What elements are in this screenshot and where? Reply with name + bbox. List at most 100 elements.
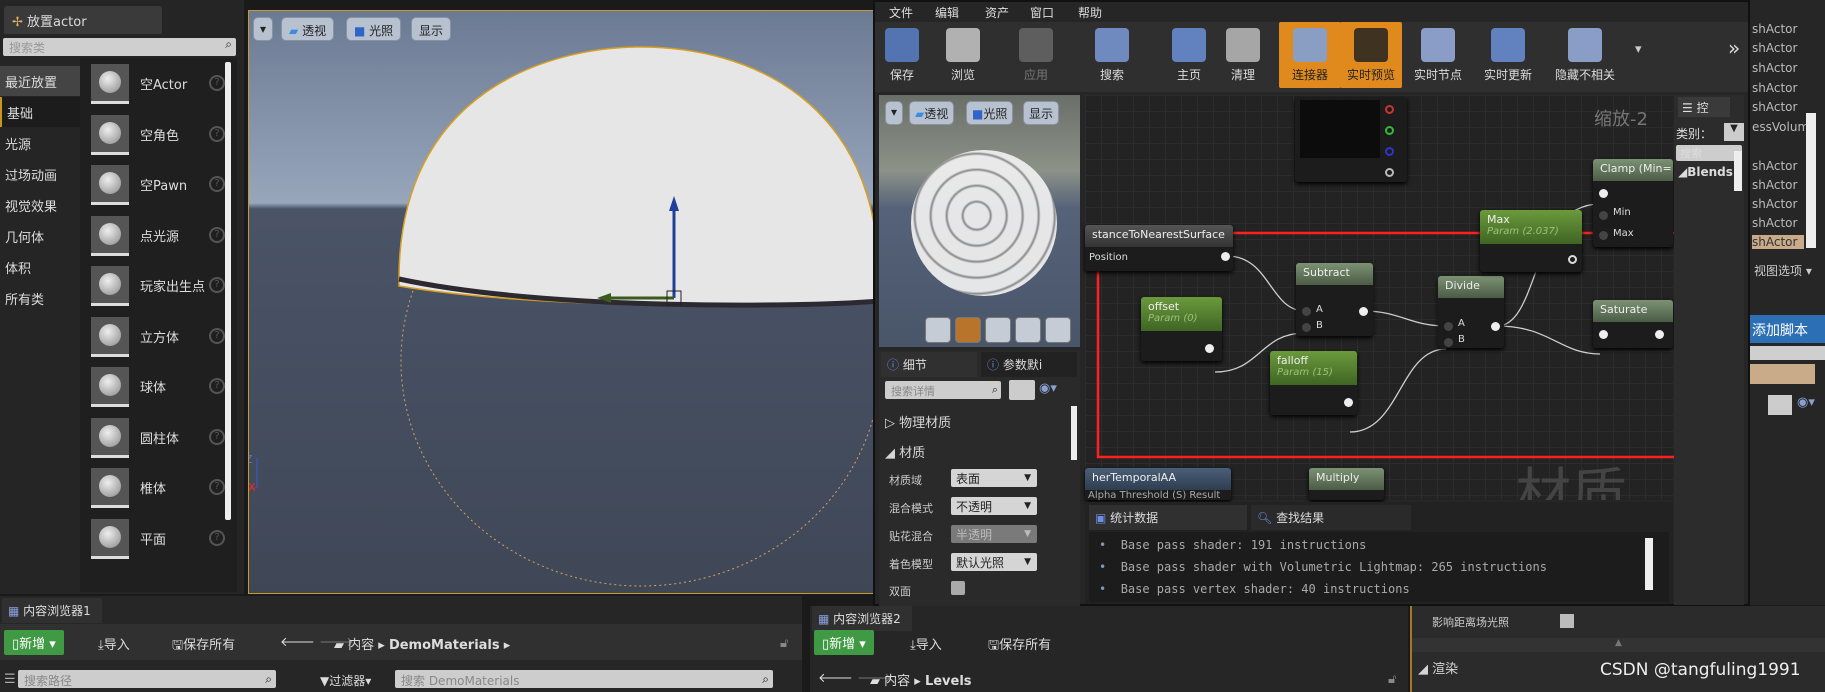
input-pin[interactable] [1599,330,1608,339]
scrollbar[interactable] [1071,406,1077,460]
breadcrumb-folder[interactable]: DemoMaterials [389,638,500,653]
preview-shape-button[interactable] [925,317,951,343]
outliner-item[interactable]: shActor [1752,235,1804,249]
output-pin[interactable] [1655,330,1664,339]
outliner-item[interactable]: shActor [1752,216,1797,230]
help-icon[interactable]: ? [209,75,225,91]
toolbar-button[interactable]: 搜索 [1081,22,1143,88]
level-viewport[interactable]: ▾ ▰ 透视 ■ 光照 显示 Z X [248,10,874,594]
material-preview-viewport[interactable]: ▾ ▰透视 ■光照 显示 [879,95,1080,347]
tab-stats[interactable]: ▣ 统计数据 [1089,505,1247,530]
actor-item[interactable]: 空角色? [88,114,233,161]
search-assets-input[interactable]: 搜索 DemoMaterials ⌕ [395,670,773,688]
scrollbar[interactable] [1734,151,1742,191]
category-item[interactable]: 基础 [0,97,80,127]
tab-content-browser-1[interactable]: ▦ 内容浏览器1 [2,598,102,623]
input-pin-b[interactable] [1302,323,1311,332]
menu-item[interactable]: 窗口 [1030,4,1054,21]
selected-component[interactable] [1750,364,1815,384]
menu-item[interactable]: 帮助 [1078,4,1102,21]
node-falloff-param[interactable]: falloff Param (15) [1270,351,1357,415]
input-pin-a[interactable] [1302,307,1311,316]
toolbar-button[interactable]: 清理 [1212,22,1274,88]
preview-shape-button[interactable] [985,317,1011,343]
actor-item[interactable]: 立方体? [88,316,233,363]
section-physical-material[interactable]: ▷ 物理材质 [885,412,951,431]
category-item[interactable]: 光源 [0,128,80,158]
preview-lighting-button[interactable]: ■光照 [966,101,1014,125]
class-search-input[interactable]: 搜索类 ⌕ [3,37,236,56]
actor-item[interactable]: 球体? [88,367,233,413]
view-options-button[interactable]: 视图选项 ▾ [1754,262,1812,279]
category-item[interactable]: 最近放置 [0,66,80,96]
output-pin[interactable] [1221,252,1230,261]
menu-item[interactable]: 编辑 [935,4,959,21]
eye-icon[interactable]: ◉▾ [1797,395,1815,410]
toolbar-button[interactable]: 应用 [1005,22,1067,88]
grid-view-button[interactable] [1009,380,1035,400]
scrollbar[interactable] [225,62,231,520]
sources-toggle-icon[interactable]: ☰ [4,672,16,687]
actor-item[interactable]: 点光源? [88,215,233,262]
input-pin-b[interactable] [1444,338,1453,347]
tab-details[interactable]: ⓘ 细节 [881,352,977,377]
help-icon[interactable]: ? [209,277,225,293]
preview-perspective-button[interactable]: ▰透视 [909,101,955,125]
node-distance-to-nearest-surface[interactable]: stanceToNearestSurface Position [1085,225,1233,271]
filters-button[interactable]: ▼过滤器▾ [320,672,371,689]
node-max-param[interactable]: Max Param (2.037) [1480,210,1582,272]
menu-item[interactable]: 资产 [985,4,1009,21]
actor-item[interactable]: 空Actor? [88,64,233,110]
save-all-button[interactable]: 🖫︎保存所有 [988,634,1051,658]
toolbar-button[interactable]: 主页 [1158,22,1220,88]
node-multiply[interactable]: Multiply [1309,468,1384,500]
output-pin[interactable] [1205,344,1214,353]
input-pin[interactable] [1599,189,1608,198]
category-item[interactable]: 几何体 [0,221,80,251]
category-item[interactable]: 过场动画 [0,159,80,189]
help-icon[interactable]: ? [209,226,225,243]
node-saturate[interactable]: Saturate [1593,300,1673,348]
preview-shape-button[interactable] [1045,317,1071,343]
outliner-item[interactable]: shActor [1752,61,1797,75]
category-item[interactable]: 体积 [0,252,80,282]
palette-search-input[interactable]: 搜索 [1676,145,1742,161]
outliner-item[interactable]: shActor [1752,100,1797,114]
add-script-button[interactable]: 添加脚本 [1750,315,1825,343]
outliner-item[interactable]: essVolum [1752,120,1809,134]
preview-shape-button[interactable] [955,317,981,343]
grid-view-button[interactable] [1768,395,1792,415]
outliner-item[interactable]: shActor [1752,159,1797,173]
outliner-item[interactable]: shActor [1752,197,1797,211]
toolbar-button[interactable]: 连接器 [1279,22,1341,88]
help-icon[interactable]: ? [209,327,225,344]
help-icon[interactable]: ? [209,529,225,546]
section-rendering[interactable]: ◢ 渲染 [1418,658,1458,677]
help-icon[interactable]: ? [209,176,225,192]
node-temporal-aa[interactable]: herTemporalAA Alpha Threshold (S) Result [1085,468,1231,500]
scrollbar[interactable] [1806,113,1816,248]
help-icon[interactable]: ? [209,428,225,445]
actor-item[interactable]: 空Pawn? [88,165,233,211]
new-button[interactable]: ▯新增 ▾ [4,630,64,655]
category-item[interactable]: 所有类 [0,283,80,313]
details-search-input[interactable]: 搜索详情 ⌕ [885,381,1001,399]
lock-icon[interactable]: 🔓︎ [1388,672,1396,687]
outliner-item[interactable]: shActor [1752,178,1797,192]
tab-find-results[interactable]: 🔍︎ 查找结果 [1251,505,1411,530]
blend-mode-select[interactable]: 不透明 [951,497,1037,515]
breadcrumb-folder[interactable]: Levels [925,674,972,689]
actor-item[interactable]: 圆柱体? [88,417,233,464]
preview-show-button[interactable]: 显示 [1023,101,1060,125]
output-pin[interactable] [1568,255,1577,264]
toolbar-button[interactable]: 隐藏不相关 [1554,22,1616,88]
search-paths-input[interactable]: 搜索路径 ⌕ [18,670,276,688]
preview-shape-button[interactable] [1015,317,1041,343]
new-button[interactable]: ▯新增 ▾ [814,630,874,655]
category-item[interactable]: 视觉效果 [0,190,80,220]
outliner-item[interactable]: shActor [1752,41,1797,55]
input-pin-min[interactable] [1599,211,1608,220]
toolbar-button[interactable]: 浏览 [932,22,994,88]
toolbar-button[interactable]: 保存 [871,22,933,88]
toolbar-button[interactable]: 实时节点 [1407,22,1469,88]
